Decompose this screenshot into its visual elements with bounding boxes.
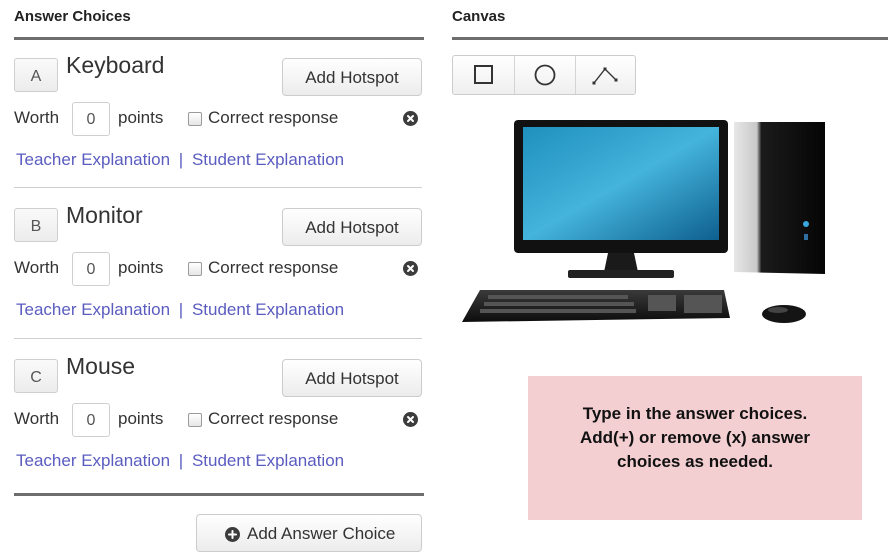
worth-row: Worth 0 points Correct response [14,102,422,136]
add-answer-choice-label: Add Answer Choice [247,524,396,543]
worth-label: Worth [14,409,60,428]
points-input[interactable]: 0 [72,102,110,136]
answer-choice-a: A Keyboard Add Hotspot Worth 0 points Co… [14,52,422,208]
add-answer-choice-button[interactable]: Add Answer Choice [196,514,422,552]
instruction-line: Add(+) or remove (x) answer [579,428,811,447]
remove-choice-icon[interactable] [403,111,418,126]
points-label: points [118,258,164,277]
link-separator: | [178,451,184,470]
instruction-box: Type in the answer choices. Add(+) or re… [528,376,862,520]
worth-row: Worth 0 points Correct response [14,403,422,437]
correct-response-checkbox[interactable] [188,112,202,126]
choice-name[interactable]: Monitor [66,202,143,229]
remove-choice-icon[interactable] [403,261,418,276]
desktop-computer-image[interactable] [458,112,848,342]
add-hotspot-button[interactable]: Add Hotspot [282,58,422,96]
canvas-title: Canvas [452,8,506,25]
answer-choice-c: C Mouse Add Hotspot Worth 0 points Corre… [14,353,422,509]
canvas-divider [452,37,888,40]
circle-tool[interactable] [514,56,576,94]
explanation-links: Teacher Explanation | Student Explanatio… [16,300,344,320]
choices-bottom-divider [14,493,424,496]
choice-divider [14,187,422,188]
teacher-explanation-link[interactable]: Teacher Explanation [16,451,170,470]
points-input[interactable]: 0 [72,403,110,437]
student-explanation-link[interactable]: Student Explanation [192,150,344,169]
plus-circle-icon [225,527,240,542]
instruction-text: Type in the answer choices. Add(+) or re… [528,402,862,474]
circle-icon [534,64,556,86]
add-hotspot-button[interactable]: Add Hotspot [282,359,422,397]
link-separator: | [178,150,184,169]
correct-response-label[interactable]: Correct response [208,409,338,429]
instruction-line: choices as needed. [617,452,773,471]
teacher-explanation-link[interactable]: Teacher Explanation [16,150,170,169]
choice-divider [14,338,422,339]
worth-label: Worth [14,108,60,127]
answer-choices-title: Answer Choices [14,8,131,25]
link-separator: | [178,300,184,319]
student-explanation-link[interactable]: Student Explanation [192,300,344,319]
rectangle-icon [474,65,493,84]
choice-name[interactable]: Mouse [66,353,135,380]
explanation-links: Teacher Explanation | Student Explanatio… [16,150,344,170]
answer-choice-b: B Monitor Add Hotspot Worth 0 points Cor… [14,202,422,358]
add-hotspot-button[interactable]: Add Hotspot [282,208,422,246]
instruction-line: Type in the answer choices. [582,404,808,423]
worth-row: Worth 0 points Correct response [14,252,422,286]
drawing-tools [452,55,636,95]
explanation-links: Teacher Explanation | Student Explanatio… [16,451,344,471]
choice-letter: B [14,208,58,242]
choice-name[interactable]: Keyboard [66,52,164,79]
choice-letter: A [14,58,58,92]
correct-response-label[interactable]: Correct response [208,258,338,278]
polyline-icon [592,67,618,85]
choice-letter: C [14,359,58,393]
points-input[interactable]: 0 [72,252,110,286]
rectangle-tool[interactable] [453,56,514,94]
correct-response-label[interactable]: Correct response [208,108,338,128]
answer-choices-divider [14,37,424,40]
correct-response-checkbox[interactable] [188,413,202,427]
correct-response-checkbox[interactable] [188,262,202,276]
worth-label: Worth [14,258,60,277]
polyline-tool[interactable] [575,56,637,94]
student-explanation-link[interactable]: Student Explanation [192,451,344,470]
points-label: points [118,409,164,428]
teacher-explanation-link[interactable]: Teacher Explanation [16,300,170,319]
points-label: points [118,108,164,127]
remove-choice-icon[interactable] [403,412,418,427]
